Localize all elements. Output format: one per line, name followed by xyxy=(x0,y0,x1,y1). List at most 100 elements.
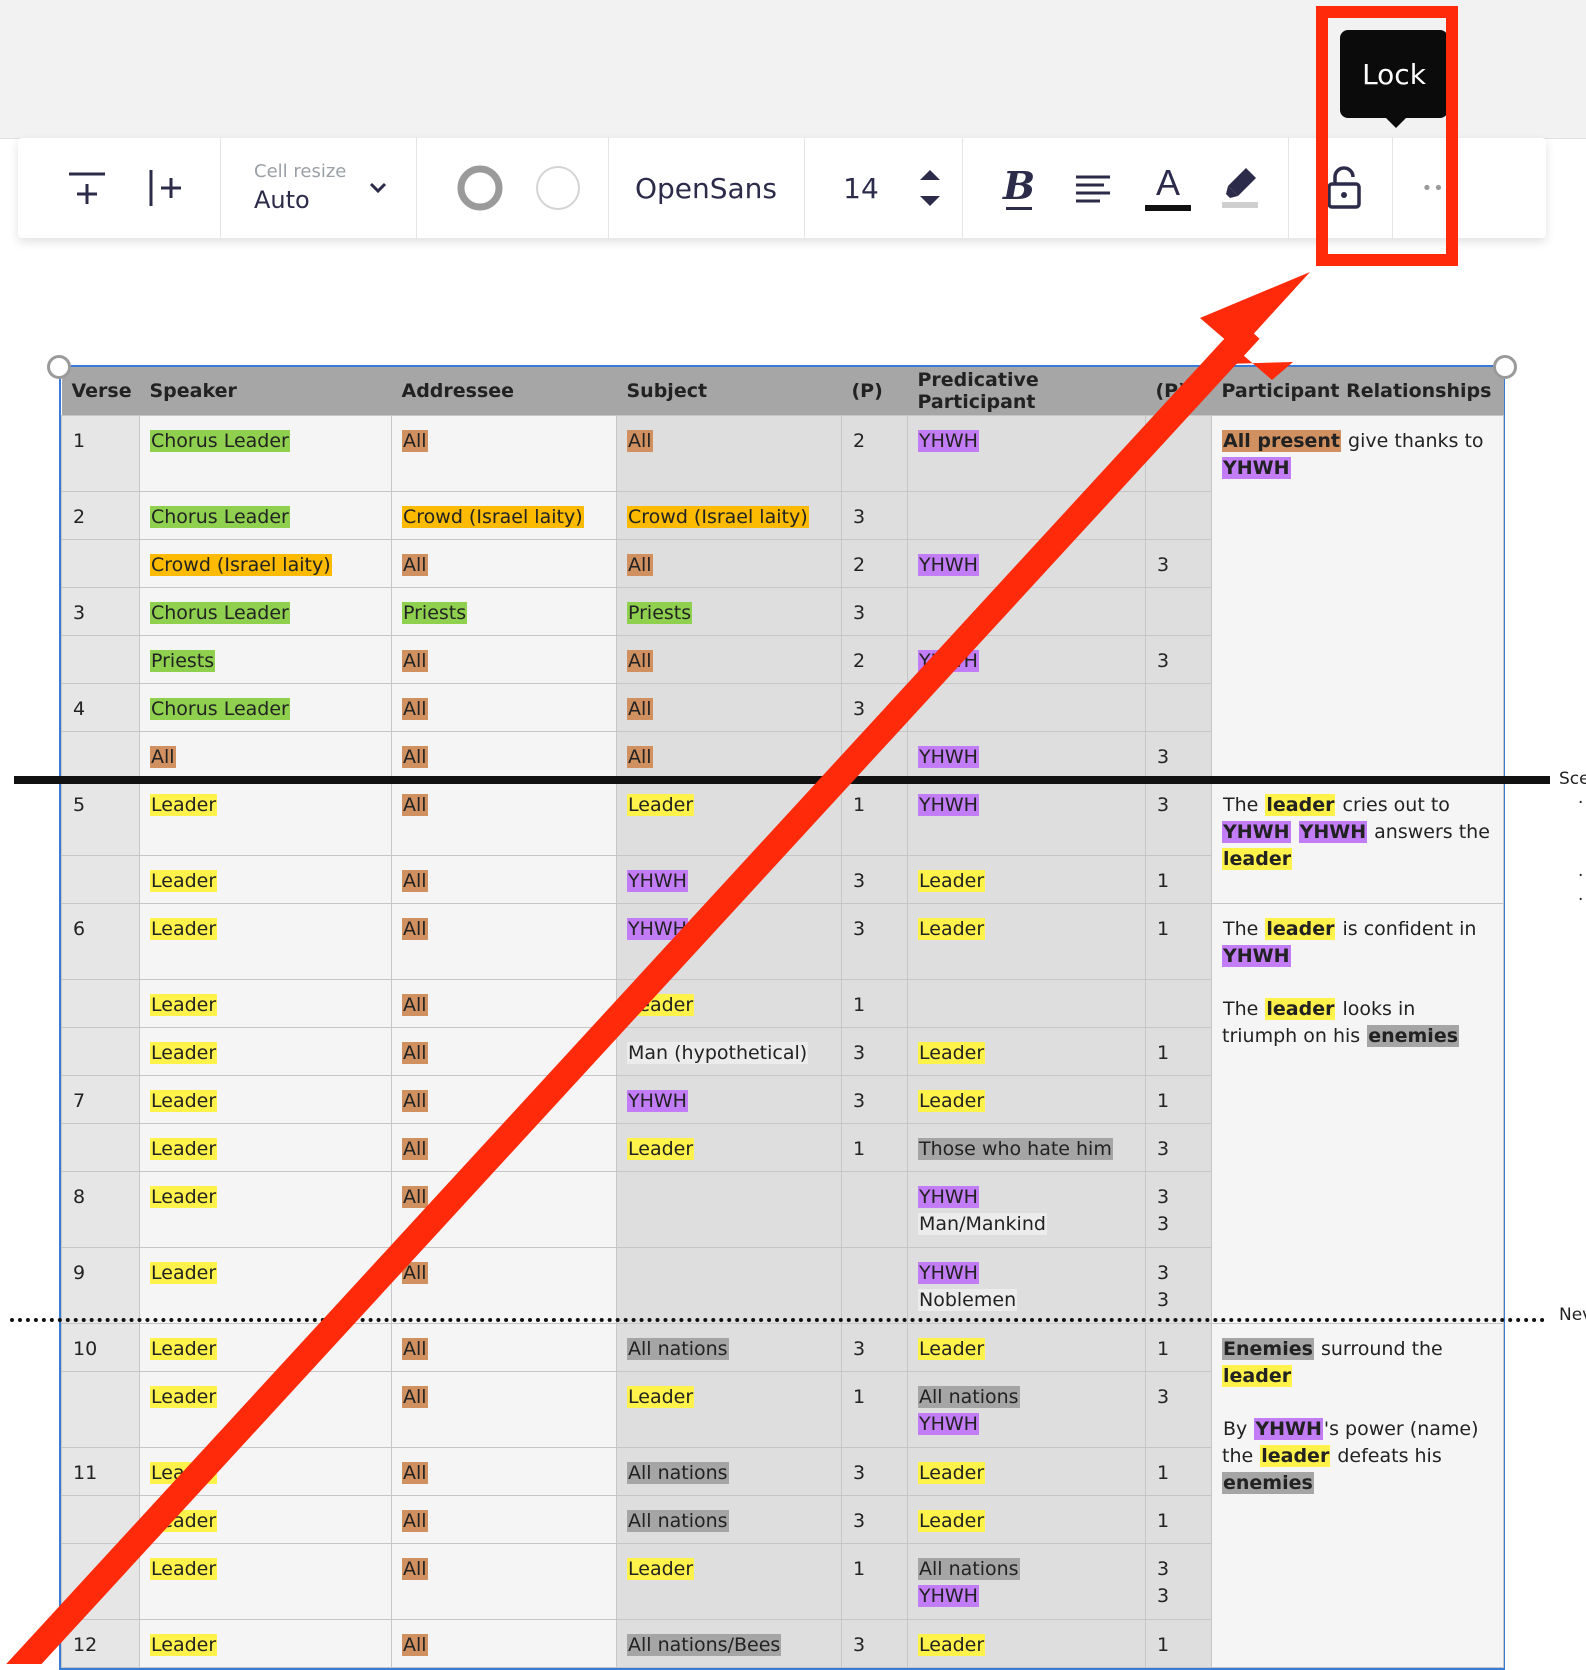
table-cell[interactable]: YHWH Noblemen xyxy=(907,1247,1146,1324)
table-cell[interactable]: 1 xyxy=(1145,855,1212,904)
table-cell[interactable]: 3 xyxy=(841,903,908,980)
table-cell[interactable]: All nations xyxy=(616,1447,842,1496)
table-cell[interactable]: 2 xyxy=(841,635,908,684)
table-cell[interactable]: YHWH xyxy=(907,635,1146,684)
table-cell[interactable]: 33 xyxy=(1145,1171,1212,1248)
table-cell[interactable]: Crowd (Israel laity) xyxy=(139,539,392,588)
table-cell[interactable] xyxy=(616,1171,842,1248)
table-cell[interactable]: 3 xyxy=(841,1619,908,1668)
table-cell[interactable]: Priests xyxy=(139,635,392,684)
table-cell[interactable]: Man (hypothetical) xyxy=(616,1027,842,1076)
table-cell[interactable]: 3 xyxy=(1145,539,1212,588)
table-cell[interactable]: 3 xyxy=(1145,1371,1212,1448)
table-cell[interactable]: 2 xyxy=(841,415,908,492)
table-cell[interactable]: All xyxy=(391,903,617,980)
table-cell[interactable]: 1 xyxy=(841,779,908,856)
table-cell[interactable]: 10 xyxy=(61,1323,140,1372)
table-cell[interactable] xyxy=(1145,491,1212,540)
table-cell[interactable]: 3 xyxy=(1145,1123,1212,1172)
table-cell[interactable]: Crowd (Israel laity) xyxy=(391,491,617,540)
insert-row-icon[interactable] xyxy=(52,138,122,238)
table-cell[interactable]: YHWH Man/Mankind xyxy=(907,1171,1146,1248)
table-cell[interactable]: Leader xyxy=(139,855,392,904)
table-cell[interactable]: All nations xyxy=(616,1323,842,1372)
table-cell[interactable]: All xyxy=(391,635,617,684)
font-size-stepper-icon[interactable] xyxy=(910,138,950,238)
table-cell[interactable]: Leader xyxy=(139,1619,392,1668)
text-color-icon[interactable]: A xyxy=(1140,138,1196,238)
table-cell[interactable] xyxy=(61,731,140,780)
table-cell[interactable]: All nations YHWH xyxy=(907,1371,1146,1448)
table-cell[interactable]: Leader xyxy=(139,1495,392,1544)
table-cell[interactable]: 3 xyxy=(61,587,140,636)
table-cell[interactable]: 1 xyxy=(1145,1495,1212,1544)
table-cell[interactable]: Leader xyxy=(907,1447,1146,1496)
table-cell[interactable]: 1 xyxy=(841,979,908,1028)
table-cell[interactable]: All xyxy=(616,539,842,588)
table-cell[interactable]: Leader xyxy=(907,855,1146,904)
table-cell[interactable] xyxy=(61,1027,140,1076)
participant-relationships-cell[interactable]: Enemies surround the leader By YHWH's pow… xyxy=(1211,1323,1504,1668)
table-cell[interactable] xyxy=(841,1171,908,1248)
align-left-icon[interactable] xyxy=(1068,138,1118,238)
table-cell[interactable]: 3 xyxy=(841,1075,908,1124)
table-cell[interactable]: Leader xyxy=(139,1543,392,1620)
table-cell[interactable]: Leader xyxy=(907,1027,1146,1076)
table-cell[interactable]: 1 xyxy=(1145,903,1212,980)
table-cell[interactable]: Leader xyxy=(616,779,842,856)
table-cell[interactable]: All nations/Bees xyxy=(616,1619,842,1668)
table-cell[interactable]: 1 xyxy=(1145,1075,1212,1124)
table-cell[interactable]: All nations YHWH xyxy=(907,1543,1146,1620)
table-row[interactable]: 10 Leader All All nations 3 Leader 1 Enemies su… xyxy=(61,1323,1504,1668)
table-cell[interactable]: YHWH xyxy=(616,855,842,904)
table-resize-handle-right[interactable] xyxy=(1493,355,1517,379)
table-cell[interactable]: All xyxy=(139,731,392,780)
table-cell[interactable]: All xyxy=(391,1075,617,1124)
table-cell[interactable]: 1 xyxy=(841,1371,908,1448)
table-cell[interactable]: All xyxy=(391,1171,617,1248)
table-cell[interactable]: All xyxy=(391,683,617,732)
table-cell[interactable]: Leader xyxy=(139,1171,392,1248)
table-cell[interactable]: YHWH xyxy=(907,415,1146,492)
table-row[interactable]: 5 Leader All Leader 1 YHWH 3 The leader cries o… xyxy=(61,779,1504,904)
table-cell[interactable]: All xyxy=(391,1447,617,1496)
table-cell[interactable]: Priests xyxy=(391,587,617,636)
bold-icon[interactable]: B xyxy=(994,138,1044,238)
participant-relationships-cell[interactable]: All present give thanks to YHWH xyxy=(1211,415,1504,780)
table-cell[interactable]: Priests xyxy=(616,587,842,636)
table-cell[interactable]: Leader xyxy=(139,979,392,1028)
table-cell[interactable]: All xyxy=(616,635,842,684)
chevron-down-icon[interactable] xyxy=(360,138,396,238)
table-cell[interactable]: All xyxy=(391,1323,617,1372)
participant-relationships-cell[interactable]: The leader cries out to YHWH YHWH answer… xyxy=(1211,779,1504,904)
table-cell[interactable]: 1 xyxy=(1145,1447,1212,1496)
table-cell[interactable]: 3 xyxy=(1145,731,1212,780)
table-cell[interactable]: Leader xyxy=(139,1123,392,1172)
table-cell[interactable]: All xyxy=(391,1495,617,1544)
table-cell[interactable] xyxy=(841,731,908,780)
table-cell[interactable]: 1 xyxy=(841,1123,908,1172)
table-cell[interactable]: 5 xyxy=(61,779,140,856)
font-family-select[interactable]: OpenSans xyxy=(618,138,794,238)
table-cell[interactable]: Chorus Leader xyxy=(139,491,392,540)
table-cell[interactable]: 33 xyxy=(1145,1543,1212,1620)
table-cell[interactable] xyxy=(1145,587,1212,636)
table-cell[interactable]: Leader xyxy=(139,779,392,856)
table-cell[interactable]: All xyxy=(391,1371,617,1448)
table-cell[interactable]: Crowd (Israel laity) xyxy=(616,491,842,540)
participants-table[interactable]: Verse Speaker Addressee Subject (P) Predicati… xyxy=(59,365,1505,1670)
table-cell[interactable]: YHWH xyxy=(616,903,842,980)
table-cell[interactable]: 3 xyxy=(841,587,908,636)
table-cell[interactable]: All xyxy=(391,1123,617,1172)
table-cell[interactable] xyxy=(1145,415,1212,492)
table-cell[interactable]: 1 xyxy=(61,415,140,492)
table-cell[interactable]: Leader xyxy=(907,1323,1146,1372)
table-cell[interactable]: YHWH xyxy=(907,779,1146,856)
table-cell[interactable]: Leader xyxy=(139,903,392,980)
table-cell[interactable]: Chorus Leader xyxy=(139,415,392,492)
table-cell[interactable]: YHWH xyxy=(616,1075,842,1124)
table-cell[interactable]: All xyxy=(391,1247,617,1324)
table-cell[interactable]: Leader xyxy=(616,1543,842,1620)
table-cell[interactable] xyxy=(61,539,140,588)
cell-resize-dropdown[interactable]: Cell resize Auto xyxy=(254,138,364,238)
